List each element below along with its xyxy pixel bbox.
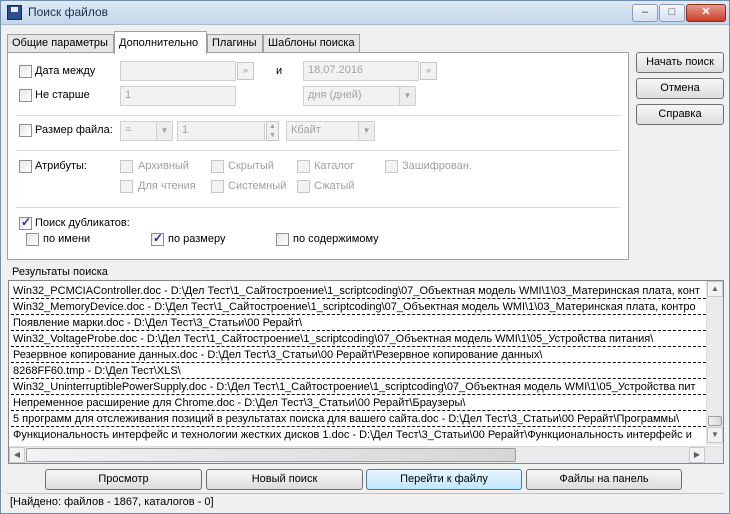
results-label: Результаты поиска bbox=[12, 266, 108, 278]
date-between-checkbox[interactable] bbox=[19, 65, 32, 78]
scroll-down-icon[interactable]: ▼ bbox=[707, 427, 723, 443]
file-size-checkbox[interactable] bbox=[19, 124, 32, 137]
dup-by-name-label: по имени bbox=[43, 233, 91, 245]
file-size-value-field[interactable]: 1 bbox=[177, 121, 265, 141]
file-size-operator-select[interactable]: = ▼ bbox=[120, 121, 173, 141]
chevron-down-icon: ▼ bbox=[399, 87, 415, 105]
attributes-checkbox[interactable] bbox=[19, 160, 32, 173]
attr-system-checkbox[interactable] bbox=[211, 180, 224, 193]
attr-system-label: Системный bbox=[228, 180, 287, 192]
divider bbox=[16, 150, 620, 151]
list-item[interactable]: 5 программ для отслеживания позиций в ре… bbox=[11, 411, 706, 427]
dup-by-content-label: по содержимому bbox=[293, 233, 379, 245]
not-older-value-field[interactable]: 1 bbox=[120, 86, 236, 106]
horizontal-scroll-thumb[interactable] bbox=[26, 448, 516, 462]
files-to-panel-button[interactable]: Файлы на панель bbox=[526, 469, 682, 490]
not-older-label: Не старше bbox=[35, 89, 90, 101]
status-bar: [Найдено: файлов - 1867, каталогов - 0] bbox=[7, 493, 724, 510]
chevron-down-icon: ▼ bbox=[358, 122, 374, 140]
date-to-picker-button[interactable]: » bbox=[420, 62, 437, 80]
tab-plugins[interactable]: Плагины bbox=[207, 34, 263, 53]
divider bbox=[16, 115, 620, 116]
tab-templates[interactable]: Шаблоны поиска bbox=[263, 34, 360, 53]
attr-directory-label: Каталог bbox=[314, 160, 354, 172]
scroll-right-icon[interactable]: ▶ bbox=[689, 447, 705, 463]
file-size-unit-select[interactable]: Кбайт ▼ bbox=[286, 121, 375, 141]
attr-encrypted-checkbox[interactable] bbox=[385, 160, 398, 173]
not-older-unit-select[interactable]: дня (дней) ▼ bbox=[303, 86, 416, 106]
list-item[interactable]: 8268FF60.tmp - D:\Дел Тест\XLS\ bbox=[11, 363, 706, 379]
cancel-button[interactable]: Отмена bbox=[636, 78, 724, 99]
date-from-picker-button[interactable]: » bbox=[237, 62, 254, 80]
list-item[interactable]: Резервное копирование данных.doc - D:\Де… bbox=[11, 347, 706, 363]
tab-advanced[interactable]: Дополнительно bbox=[114, 31, 207, 54]
start-search-button[interactable]: Начать поиск bbox=[636, 52, 724, 73]
list-item[interactable]: Win32_MemoryDevice.doc - D:\Дел Тест\1_С… bbox=[11, 299, 706, 315]
scroll-up-icon[interactable]: ▲ bbox=[707, 281, 723, 297]
dup-by-name-checkbox[interactable] bbox=[26, 233, 39, 246]
tab-general[interactable]: Общие параметры bbox=[7, 34, 114, 53]
view-button[interactable]: Просмотр bbox=[45, 469, 202, 490]
dup-by-content-checkbox[interactable] bbox=[276, 233, 289, 246]
title-bar[interactable]: Поиск файлов – □ ✕ bbox=[1, 1, 729, 25]
attr-encrypted-label: Зашифрован. bbox=[402, 160, 472, 172]
attr-compressed-label: Сжатый bbox=[314, 180, 355, 192]
results-rows: Win32_PCMCIAController.doc - D:\Дел Тест… bbox=[11, 283, 706, 443]
date-between-label: Дата между bbox=[35, 65, 96, 77]
date-to-field[interactable]: 18.07.2016 bbox=[303, 61, 419, 81]
divider bbox=[16, 207, 620, 208]
attr-archive-checkbox[interactable] bbox=[120, 160, 133, 173]
date-and-label: и bbox=[276, 65, 283, 77]
floppy-disk-icon bbox=[7, 5, 22, 20]
chevron-down-icon: ▼ bbox=[156, 122, 172, 140]
date-from-field[interactable] bbox=[120, 61, 236, 81]
maximize-button[interactable]: □ bbox=[659, 4, 685, 22]
file-size-operator-value: = bbox=[125, 124, 132, 136]
list-item[interactable]: Win32_VoltageProbe.doc - D:\Дел Тест\1_С… bbox=[11, 331, 706, 347]
horizontal-scrollbar[interactable]: ◀ ▶ bbox=[9, 446, 723, 463]
attr-compressed-checkbox[interactable] bbox=[297, 180, 310, 193]
window-title: Поиск файлов bbox=[28, 5, 109, 19]
results-list[interactable]: Win32_PCMCIAController.doc - D:\Дел Тест… bbox=[8, 280, 724, 464]
file-size-unit-value: Кбайт bbox=[291, 124, 321, 136]
close-button[interactable]: ✕ bbox=[686, 4, 726, 22]
attr-hidden-label: Скрытый bbox=[228, 160, 274, 172]
list-item[interactable]: Появление марки.doc - D:\Дел Тест\3_Стат… bbox=[11, 315, 706, 331]
go-to-file-button[interactable]: Перейти к файлу bbox=[366, 469, 522, 490]
find-duplicates-label: Поиск дубликатов: bbox=[35, 217, 130, 229]
list-item[interactable]: Функциональность интерфейс и технологии … bbox=[11, 427, 706, 443]
attr-readonly-checkbox[interactable] bbox=[120, 180, 133, 193]
attr-hidden-checkbox[interactable] bbox=[211, 160, 224, 173]
minimize-button[interactable]: – bbox=[632, 4, 658, 22]
attr-readonly-label: Для чтения bbox=[138, 180, 196, 192]
vertical-scrollbar[interactable]: ▲ ▼ bbox=[706, 281, 723, 445]
not-older-checkbox[interactable] bbox=[19, 89, 32, 102]
file-size-spinner[interactable]: ▲ ▼ bbox=[266, 121, 279, 141]
list-item[interactable]: Непременное расширение для Chrome.doc - … bbox=[11, 395, 706, 411]
attributes-label: Атрибуты: bbox=[35, 160, 87, 172]
list-item[interactable]: Win32_UninterruptiblePowerSupply.doc - D… bbox=[11, 379, 706, 395]
not-older-unit-value: дня (дней) bbox=[308, 89, 362, 101]
new-search-button[interactable]: Новый поиск bbox=[206, 469, 363, 490]
scroll-left-icon[interactable]: ◀ bbox=[9, 447, 25, 463]
dup-by-size-label: по размеру bbox=[168, 233, 226, 245]
advanced-tab-panel: Дата между » и 18.07.2016 » Не старше 1 … bbox=[7, 52, 629, 260]
file-size-label: Размер файла: bbox=[35, 124, 113, 136]
attr-directory-checkbox[interactable] bbox=[297, 160, 310, 173]
dup-by-size-checkbox[interactable] bbox=[151, 231, 164, 246]
find-duplicates-checkbox[interactable] bbox=[19, 215, 32, 230]
attr-archive-label: Архивный bbox=[138, 160, 189, 172]
list-item[interactable]: Win32_PCMCIAController.doc - D:\Дел Тест… bbox=[11, 283, 706, 299]
file-search-window: Поиск файлов – □ ✕ Общие параметры Допол… bbox=[0, 0, 730, 514]
help-button[interactable]: Справка bbox=[636, 104, 724, 125]
vertical-scroll-thumb[interactable] bbox=[708, 416, 722, 426]
